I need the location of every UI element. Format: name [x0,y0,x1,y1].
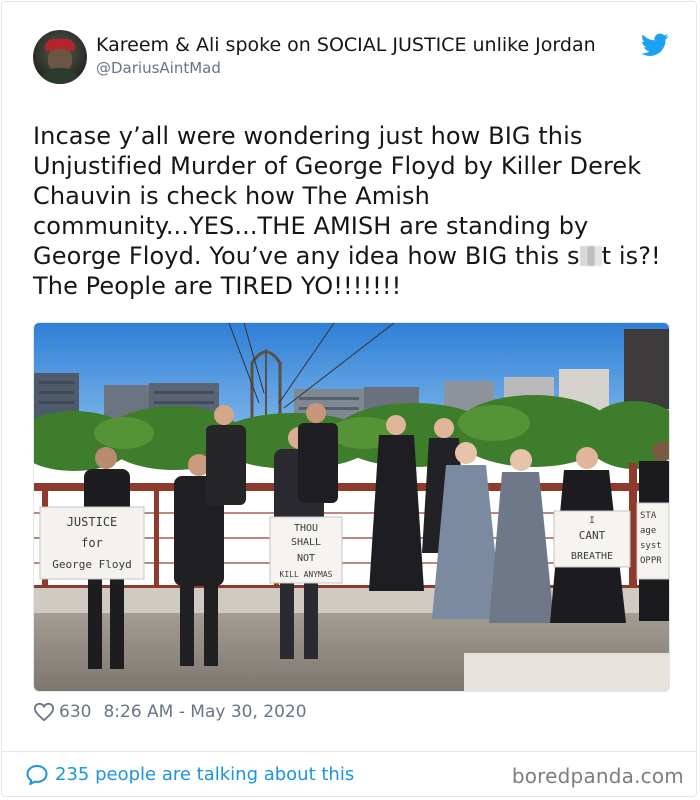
sign-text: THOU [294,523,318,534]
sign-text: KILL ANYMAS [280,570,333,579]
sign-text: BREATHE [571,551,613,562]
speech-bubble-icon [26,765,48,786]
boredpanda-watermark: boredpanda.com [511,764,684,788]
sign-text: OPPR [640,556,662,566]
avatar[interactable] [33,30,87,84]
tweet-text-line: Unjustified Murder of George Floyd by Ki… [33,152,642,180]
talking-about-text: 235 people are talking about this [55,764,355,785]
censor-blur [579,246,602,266]
tweet-text-line: The People are TIRED YO!!!!!!! [33,272,402,300]
tweet-text: Incase y’all were wondering just how BIG… [33,121,673,301]
tweet-timestamp[interactable]: 8:26 AM - May 30, 2020 [103,701,306,723]
author-handle[interactable]: @DariusAintMad [96,58,221,78]
author-display-name[interactable]: Kareem & Ali spoke on SOCIAL JUSTICE unl… [96,33,642,57]
sign-text: JUSTICE [67,515,118,529]
heart-outline-icon[interactable] [33,702,55,722]
tweet-text-segment: George Floyd. You’ve any idea how BIG th… [33,242,580,270]
twitter-bird-icon[interactable] [641,33,669,57]
sign-text: SHALL [291,537,321,548]
sign-text: NOT [297,553,315,564]
talking-about-link[interactable]: 235 people are talking about this [25,763,354,787]
tweet-text-line: Chauvin is check how The Amish [33,182,430,210]
sign-text: for [81,536,103,550]
tweet-text-line: George Floyd. You’ve any idea how BIG th… [33,241,673,271]
sign-text: I [589,516,594,526]
tweet-photo[interactable]: JUSTICE for George Floyd THOU SHALL NOT … [33,322,670,692]
sign-text: age [640,526,656,536]
sign-text: George Floyd [52,558,131,571]
tweet-text-line: Incase y’all were wondering just how BIG… [33,122,583,150]
footer-divider [1,751,697,752]
tweet-text-segment: t is?! [601,242,661,270]
sign-text: syst [640,541,662,551]
tweet-text-line: community...YES...THE AMISH are standing… [33,212,589,240]
sign-text: CANT [579,529,606,542]
sign-text: STA [640,511,657,521]
like-count[interactable]: 630 [59,701,91,723]
photo-scene: JUSTICE for George Floyd THOU SHALL NOT … [34,323,669,691]
tweet-meta: 630 8:26 AM - May 30, 2020 [33,701,307,723]
